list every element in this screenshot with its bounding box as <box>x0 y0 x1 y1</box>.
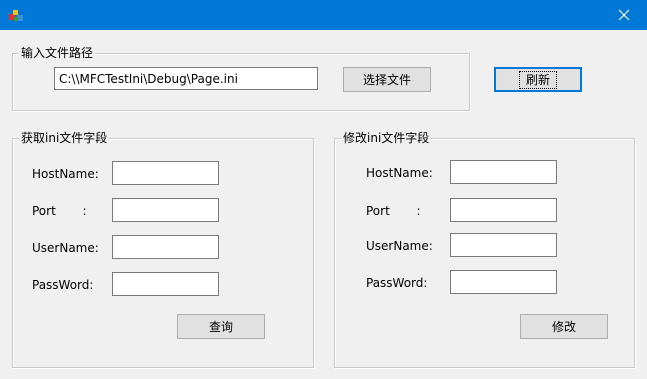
read-port-label: Port : <box>32 204 87 218</box>
read-password-field[interactable] <box>112 272 219 296</box>
read-username-label: UserName: <box>32 241 99 255</box>
read-group-title: 获取ini文件字段 <box>19 130 110 146</box>
edit-username-field[interactable] <box>450 233 557 257</box>
close-button[interactable] <box>601 0 647 30</box>
choose-file-button[interactable]: 选择文件 <box>343 67 431 92</box>
choose-file-label: 选择文件 <box>362 72 411 87</box>
close-icon <box>618 9 630 21</box>
read-hostname-field[interactable] <box>112 161 219 185</box>
read-hostname-label: HostName: <box>32 167 99 181</box>
read-username-field[interactable] <box>112 235 219 259</box>
edit-username-label: UserName: <box>366 239 433 253</box>
refresh-button[interactable]: 刷新 <box>494 67 582 92</box>
app-icon <box>9 10 23 21</box>
modify-label: 修改 <box>551 319 576 334</box>
edit-hostname-field[interactable] <box>450 160 557 184</box>
edit-port-label: Port : <box>366 204 421 218</box>
edit-hostname-label: HostName: <box>366 166 433 180</box>
edit-group-title: 修改ini文件字段 <box>341 130 432 146</box>
file-path-input[interactable] <box>54 67 318 90</box>
edit-password-field[interactable] <box>450 270 557 294</box>
refresh-label: 刷新 <box>518 70 558 89</box>
read-password-label: PassWord: <box>32 278 94 292</box>
path-group-title: 输入文件路径 <box>19 45 96 61</box>
query-label: 查询 <box>208 319 233 334</box>
edit-port-field[interactable] <box>450 198 557 222</box>
read-port-field[interactable] <box>112 198 219 222</box>
query-button[interactable]: 查询 <box>177 314 265 339</box>
edit-password-label: PassWord: <box>366 276 428 290</box>
title-bar <box>0 0 647 30</box>
modify-button[interactable]: 修改 <box>520 314 608 339</box>
